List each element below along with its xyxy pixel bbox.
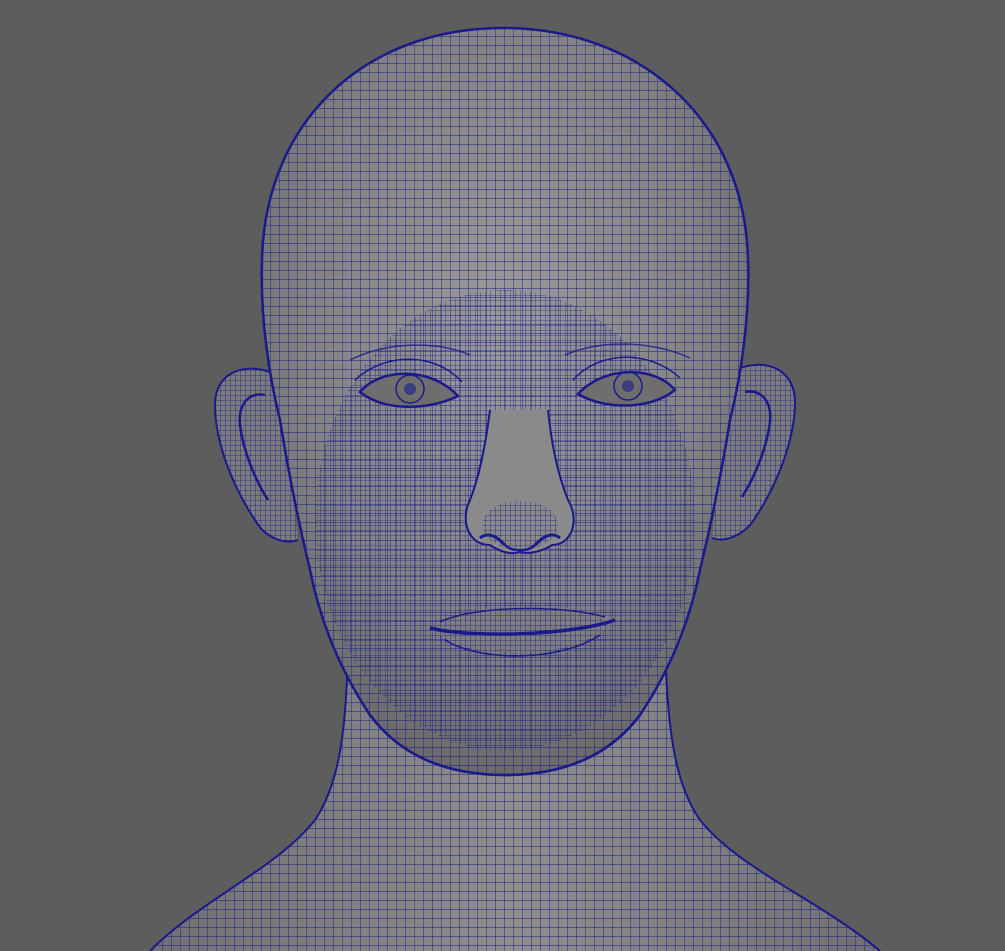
mesh-render: [149, 26, 881, 951]
3d-viewport[interactable]: [0, 0, 1005, 951]
head-mesh: [260, 26, 750, 777]
